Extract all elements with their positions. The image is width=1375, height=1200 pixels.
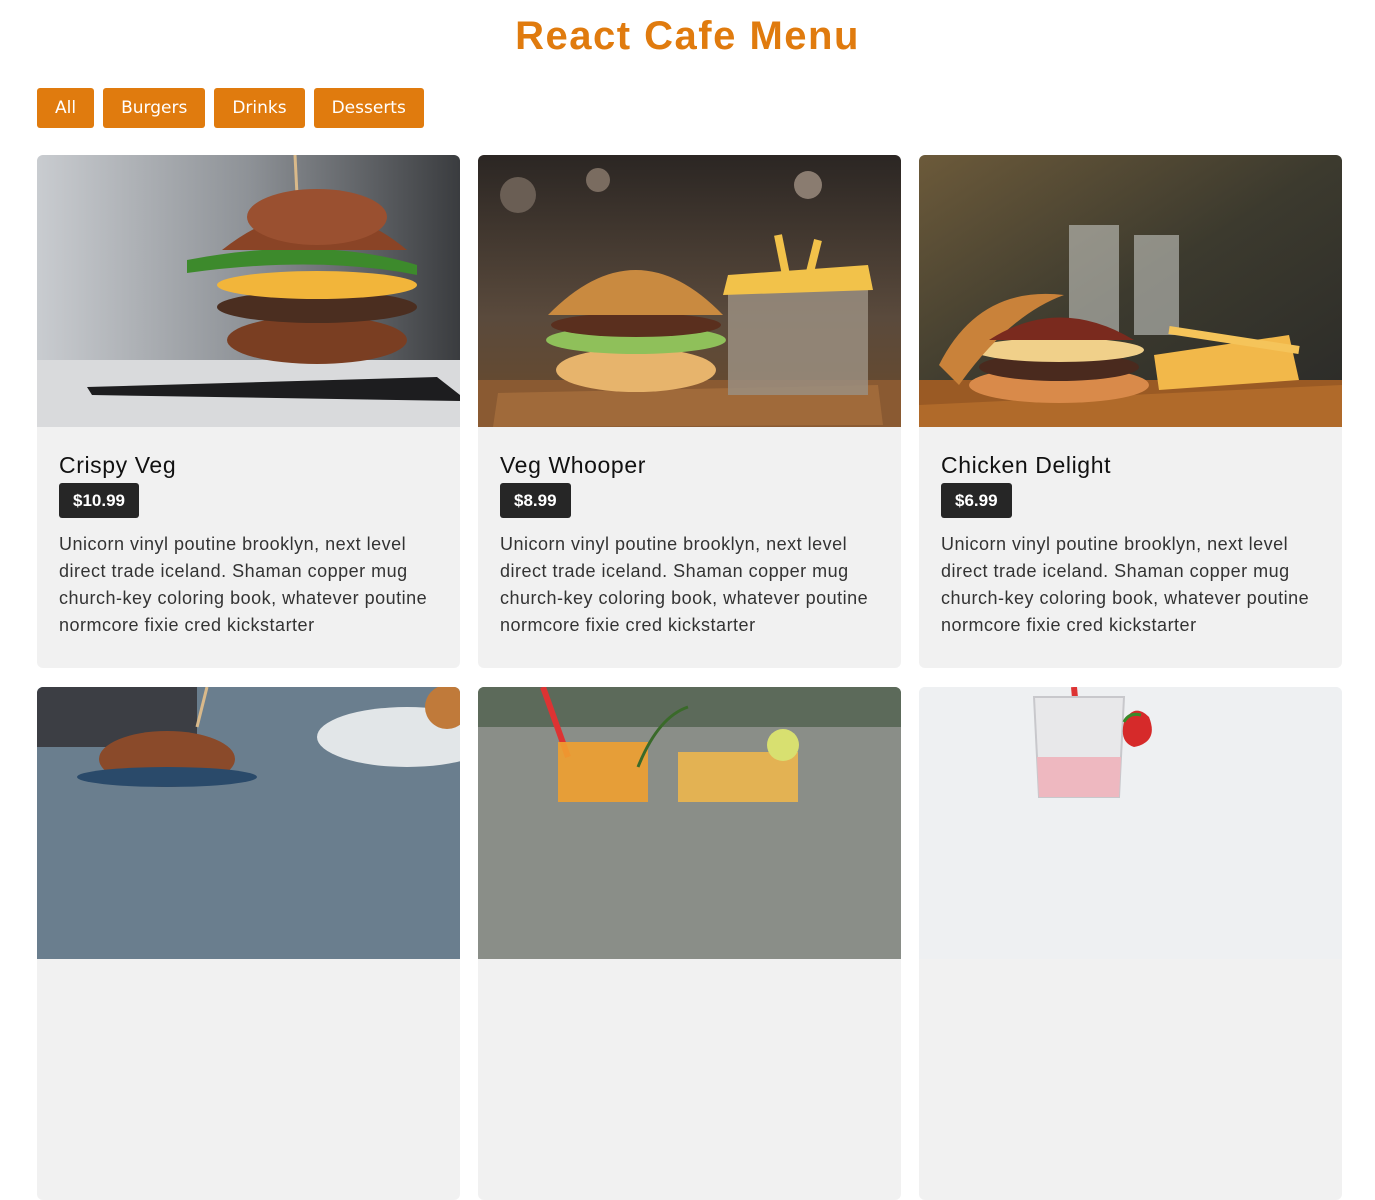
menu-item-card	[478, 687, 901, 1200]
menu-item-card: Chicken Delight $6.99 Unicorn vinyl pout…	[919, 155, 1342, 668]
item-description: Unicorn vinyl poutine brooklyn, next lev…	[941, 534, 1310, 635]
filter-burgers-button[interactable]: Burgers	[103, 88, 206, 128]
item-title: Veg Whooper	[500, 452, 646, 478]
menu-grid: Crispy Veg $10.99 Unicorn vinyl poutine …	[37, 155, 1342, 1200]
burger-board-photo	[919, 155, 1342, 427]
item-description: Unicorn vinyl poutine brooklyn, next lev…	[59, 534, 428, 635]
price-badge: $6.99	[941, 483, 1012, 518]
milkshake-photo	[919, 687, 1342, 959]
burger-photo	[37, 155, 460, 427]
category-filters: All Burgers Drinks Desserts	[37, 88, 424, 128]
menu-item-card	[919, 687, 1342, 1200]
price-badge: $10.99	[59, 483, 139, 518]
filter-desserts-button[interactable]: Desserts	[313, 88, 424, 128]
menu-item-card: Veg Whooper $8.99 Unicorn vinyl poutine …	[478, 155, 901, 668]
price-badge: $8.99	[500, 483, 571, 518]
item-title: Chicken Delight	[941, 452, 1112, 478]
drinks-photo	[478, 687, 901, 959]
item-title: Crispy Veg	[59, 452, 177, 478]
filter-all-button[interactable]: All	[37, 88, 95, 128]
menu-item-card	[37, 687, 460, 1200]
burger-fries-photo	[478, 155, 901, 427]
page-title: React Cafe Menu	[515, 14, 860, 58]
filter-drinks-button[interactable]: Drinks	[214, 88, 305, 128]
menu-item-card: Crispy Veg $10.99 Unicorn vinyl poutine …	[37, 155, 460, 668]
item-description: Unicorn vinyl poutine brooklyn, next lev…	[500, 534, 869, 635]
burger-table-photo	[37, 687, 460, 959]
